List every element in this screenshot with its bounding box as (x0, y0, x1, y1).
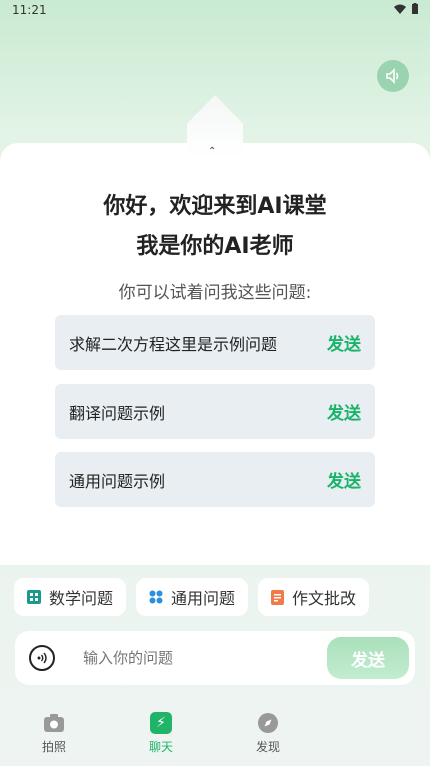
chip-label: 通用问题 (171, 589, 236, 608)
battery-icon (412, 3, 418, 14)
tab-label: 拍照 (41, 740, 66, 754)
sound-toggle-button[interactable] (377, 60, 409, 92)
question-input[interactable] (81, 631, 284, 687)
status-icons (394, 3, 418, 14)
greeting-title: 你好，欢迎来到AI课堂 (103, 194, 327, 219)
tab-label: 聊天 (148, 740, 173, 754)
chip-essay[interactable]: 作文批改 (258, 578, 370, 616)
tab-label: 发现 (255, 740, 280, 754)
voice-wave-icon (37, 652, 47, 664)
send-button[interactable]: 发送 (327, 637, 409, 679)
chip-label: 数学问题 (49, 589, 114, 608)
question-text: 求解二次方程这里是示例问题 (69, 334, 278, 354)
camera-icon (43, 712, 65, 734)
suggested-question[interactable]: 通用问题示例 发送 (55, 452, 375, 507)
question-send-button[interactable]: 发送 (327, 467, 361, 492)
chip-general[interactable]: 通用问题 (136, 578, 249, 616)
chip-math[interactable]: 数学问题 (14, 578, 127, 616)
wifi-icon (394, 4, 406, 14)
question-send-button[interactable]: 发送 (327, 330, 361, 355)
bottom-tab-bar: 拍照 ⚡ 聊天 发现 (0, 700, 430, 766)
status-bar: 11:21 (0, 0, 430, 22)
tab-chat[interactable]: ⚡ 聊天 (131, 712, 191, 755)
document-icon (271, 589, 285, 605)
suggested-question[interactable]: 翻译问题示例 发送 (55, 384, 375, 439)
question-text: 通用问题示例 (69, 471, 166, 491)
status-time: 11:21 (12, 3, 47, 17)
chat-bolt-icon: ⚡ (150, 712, 172, 734)
tab-discover[interactable]: 发现 (238, 712, 298, 755)
suggested-question[interactable]: 求解二次方程这里是示例问题 发送 (55, 315, 375, 370)
compass-icon (257, 712, 279, 734)
voice-input-button[interactable] (29, 645, 55, 671)
chip-label: 作文批改 (292, 589, 357, 608)
speaker-icon (386, 68, 399, 84)
suggestion-hint: 你可以试着问我这些问题: (118, 283, 312, 303)
question-send-button[interactable]: 发送 (327, 399, 361, 424)
caret-icon: ⌃ (208, 146, 217, 157)
math-grid-icon (27, 590, 41, 604)
category-chips: 数学问题 通用问题 作文批改 (14, 578, 370, 616)
tab-camera[interactable]: 拍照 (24, 712, 84, 755)
question-text: 翻译问题示例 (69, 403, 166, 423)
apps-icon (149, 590, 163, 604)
greeting-subtitle: 我是你的AI老师 (136, 234, 294, 259)
